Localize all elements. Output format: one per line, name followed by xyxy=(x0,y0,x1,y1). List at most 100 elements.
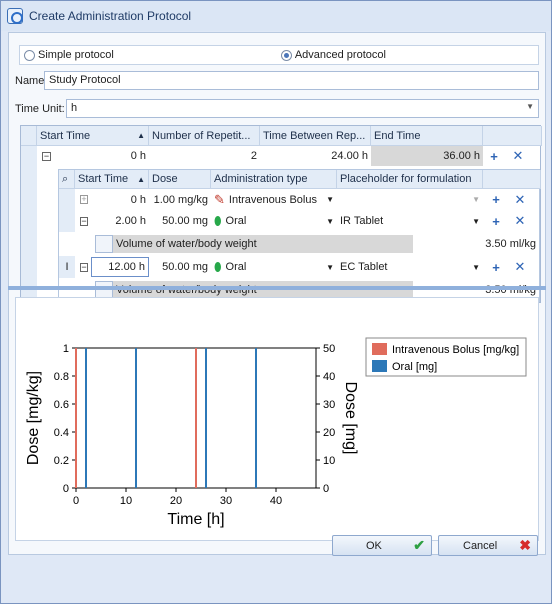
y-tick-label: 0.2 xyxy=(54,455,69,467)
name-label: Name: xyxy=(15,75,48,87)
delete-icon[interactable]: ✕ xyxy=(509,210,531,232)
dose-start-time[interactable]: 0 h xyxy=(91,189,149,210)
pill-icon: ⬮ xyxy=(214,213,222,228)
inner-col-start-time[interactable]: Start Time ▲ xyxy=(75,170,149,189)
chevron-down-icon[interactable]: ▼ xyxy=(472,195,480,204)
x-tick-label: 40 xyxy=(270,495,282,507)
collapse-icon[interactable]: − xyxy=(80,262,88,272)
inner-grid: ⌕ Start Time ▲ Dose Administration type P… xyxy=(58,169,541,302)
dialog-window: Create Administration Protocol Simple pr… xyxy=(0,0,552,604)
formulation-select[interactable]: ▼ xyxy=(337,189,483,210)
y-tick-label: 0.4 xyxy=(54,427,69,439)
inner-col-formulation[interactable]: Placeholder for formulation xyxy=(337,170,483,189)
dose-amount[interactable]: 1.00 mg/kg xyxy=(149,189,211,210)
series-1-bar xyxy=(85,348,87,488)
y2-tick-label: 40 xyxy=(323,371,335,383)
series-1-bar xyxy=(135,348,137,488)
param-value[interactable]: 3.50 ml/kg xyxy=(413,235,539,253)
param-name: Volume of water/body weight xyxy=(113,235,413,253)
series-0-bar xyxy=(75,348,77,488)
x-tick-label: 30 xyxy=(220,495,232,507)
dose-start-time[interactable]: 2.00 h xyxy=(91,210,149,232)
name-input[interactable]: Study Protocol xyxy=(44,71,539,90)
chevron-down-icon[interactable]: ▼ xyxy=(472,263,480,272)
col-end-time[interactable]: End Time xyxy=(371,126,483,146)
sort-asc-icon: ▲ xyxy=(137,174,145,184)
collapse-icon[interactable]: − xyxy=(80,216,88,226)
time-unit-select[interactable]: h ▼ xyxy=(66,99,539,118)
pill-icon: ⬮ xyxy=(214,259,222,274)
cancel-button[interactable]: Cancel ✖ xyxy=(438,535,538,556)
delete-icon[interactable]: ✕ xyxy=(509,189,531,210)
legend-swatch xyxy=(372,343,387,355)
protocol-type-group: Simple protocol Advanced protocol xyxy=(19,45,539,65)
series-0-bar xyxy=(195,348,197,488)
y-tick-label: 0 xyxy=(63,483,69,495)
advanced-protocol-label[interactable]: Advanced protocol xyxy=(295,49,386,61)
outer-start-time[interactable]: 0 h xyxy=(59,146,149,166)
close-icon: ✖ xyxy=(519,537,531,553)
chevron-down-icon[interactable]: ▼ xyxy=(472,217,480,226)
y2-tick-label: 10 xyxy=(323,455,335,467)
sort-asc-icon: ▲ xyxy=(137,131,145,140)
chevron-down-icon[interactable]: ▼ xyxy=(326,263,334,272)
chart-svg: 0 10 20 30 4000.20.40.60.8101020304050Time [… xyxy=(25,337,527,528)
text-cursor-icon: I xyxy=(59,256,75,278)
chevron-down-icon[interactable]: ▼ xyxy=(326,217,334,226)
splitter-handle[interactable] xyxy=(8,286,546,290)
dose-amount[interactable]: 50.00 mg xyxy=(149,210,211,232)
title-bar: Create Administration Protocol xyxy=(1,1,551,31)
col-start-time[interactable]: Start Time ▲ xyxy=(37,126,149,146)
inner-col-admin-type[interactable]: Administration type xyxy=(211,170,337,189)
time-unit-value: h xyxy=(71,102,78,114)
add-icon[interactable]: + xyxy=(485,210,507,232)
simple-protocol-radio[interactable] xyxy=(24,49,35,61)
search-icon[interactable]: ⌕ xyxy=(59,170,75,189)
param-checkbox[interactable] xyxy=(95,235,113,253)
admin-type-select[interactable]: ⬮ Oral ▼ xyxy=(211,256,337,278)
collapse-icon[interactable]: − xyxy=(42,151,51,161)
ok-button[interactable]: OK ✔ xyxy=(332,535,432,556)
col-time-between[interactable]: Time Between Rep... xyxy=(260,126,371,146)
admin-type-select[interactable]: ⬮ Oral ▼ xyxy=(211,210,337,232)
outer-repetitions[interactable]: 2 xyxy=(149,146,260,166)
delete-icon[interactable]: ✕ xyxy=(509,256,531,278)
protocol-grid: Start Time ▲ Number of Repetit... Time Be… xyxy=(20,125,542,303)
app-icon xyxy=(7,8,23,24)
delete-icon[interactable]: ✕ xyxy=(507,146,529,166)
y2-axis-label: Dose [mg] xyxy=(342,382,359,455)
chevron-down-icon[interactable]: ▼ xyxy=(326,195,334,204)
series-1-bar xyxy=(205,348,207,488)
admin-type-select[interactable]: ✎ Intravenous Bolus ▼ xyxy=(211,189,337,210)
simple-protocol-label[interactable]: Simple protocol xyxy=(38,49,114,61)
dose-chart: 0 10 20 30 40 0 0.2 0.4 0.6 0.8 1 0 10 20 30 40 50 Time [… xyxy=(15,297,539,541)
outer-time-between[interactable]: 24.00 h xyxy=(260,146,371,166)
series-1-bar xyxy=(255,348,257,488)
col-actions xyxy=(483,126,542,146)
x-tick-label: 0 xyxy=(73,495,79,507)
chevron-down-icon[interactable]: ▼ xyxy=(526,102,534,111)
inner-col-dose[interactable]: Dose xyxy=(149,170,211,189)
y2-tick-label: 0 xyxy=(323,483,329,495)
y2-tick-label: 50 xyxy=(323,343,335,355)
add-icon[interactable]: + xyxy=(485,256,507,278)
formulation-select[interactable]: IR Tablet ▼ xyxy=(337,210,483,232)
dose-start-time[interactable]: 12.00 h xyxy=(91,257,149,277)
x-axis-label: Time [h] xyxy=(167,511,224,528)
dose-amount[interactable]: 50.00 mg xyxy=(149,256,211,278)
y-tick-label: 1 xyxy=(63,343,69,355)
check-icon: ✔ xyxy=(413,537,425,553)
legend-label: Oral [mg] xyxy=(392,361,437,373)
add-icon[interactable]: + xyxy=(485,189,507,210)
x-tick-label: 20 xyxy=(170,495,182,507)
y-tick-label: 0.6 xyxy=(54,399,69,411)
legend-swatch xyxy=(372,360,387,372)
formulation-select[interactable]: EC Tablet ▼ xyxy=(337,256,483,278)
row-indicator-header xyxy=(21,126,37,146)
expand-icon[interactable]: + xyxy=(80,195,88,204)
add-icon[interactable]: + xyxy=(483,146,505,166)
advanced-protocol-radio[interactable] xyxy=(280,49,292,61)
col-repetitions[interactable]: Number of Repetit... xyxy=(149,126,260,146)
legend-label: Intravenous Bolus [mg/kg] xyxy=(392,344,519,356)
y-tick-label: 0.8 xyxy=(54,371,69,383)
